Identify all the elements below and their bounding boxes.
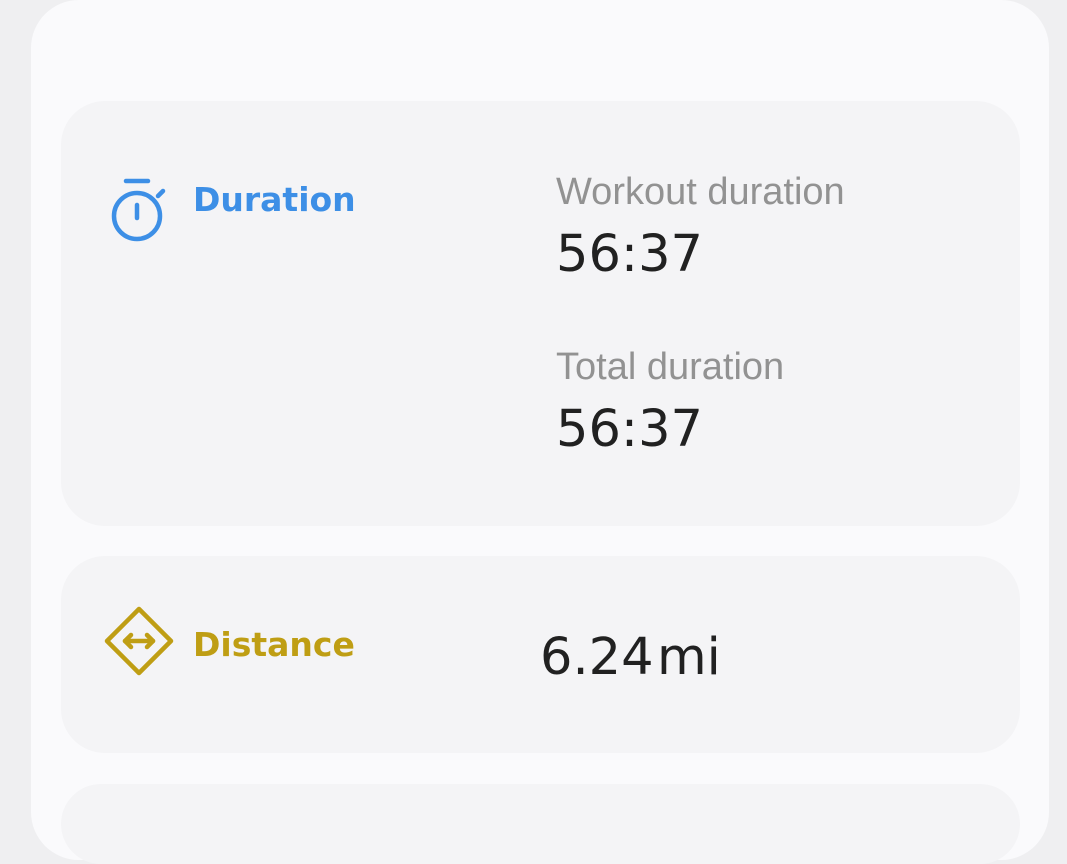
total-duration-label: Total duration: [556, 346, 785, 388]
duration-title: Duration: [193, 180, 356, 219]
distance-diamond-icon: [104, 606, 174, 676]
next-section: [61, 784, 1020, 864]
distance-value: 6.24: [540, 628, 654, 687]
workout-duration-label: Workout duration: [556, 171, 845, 213]
distance-unit: mi: [657, 628, 721, 687]
duration-section: [61, 101, 1020, 526]
stopwatch-icon: [111, 178, 166, 242]
distance-title: Distance: [193, 625, 355, 664]
workout-duration-value: 56:37: [556, 225, 703, 284]
total-duration-value: 56:37: [556, 400, 703, 459]
